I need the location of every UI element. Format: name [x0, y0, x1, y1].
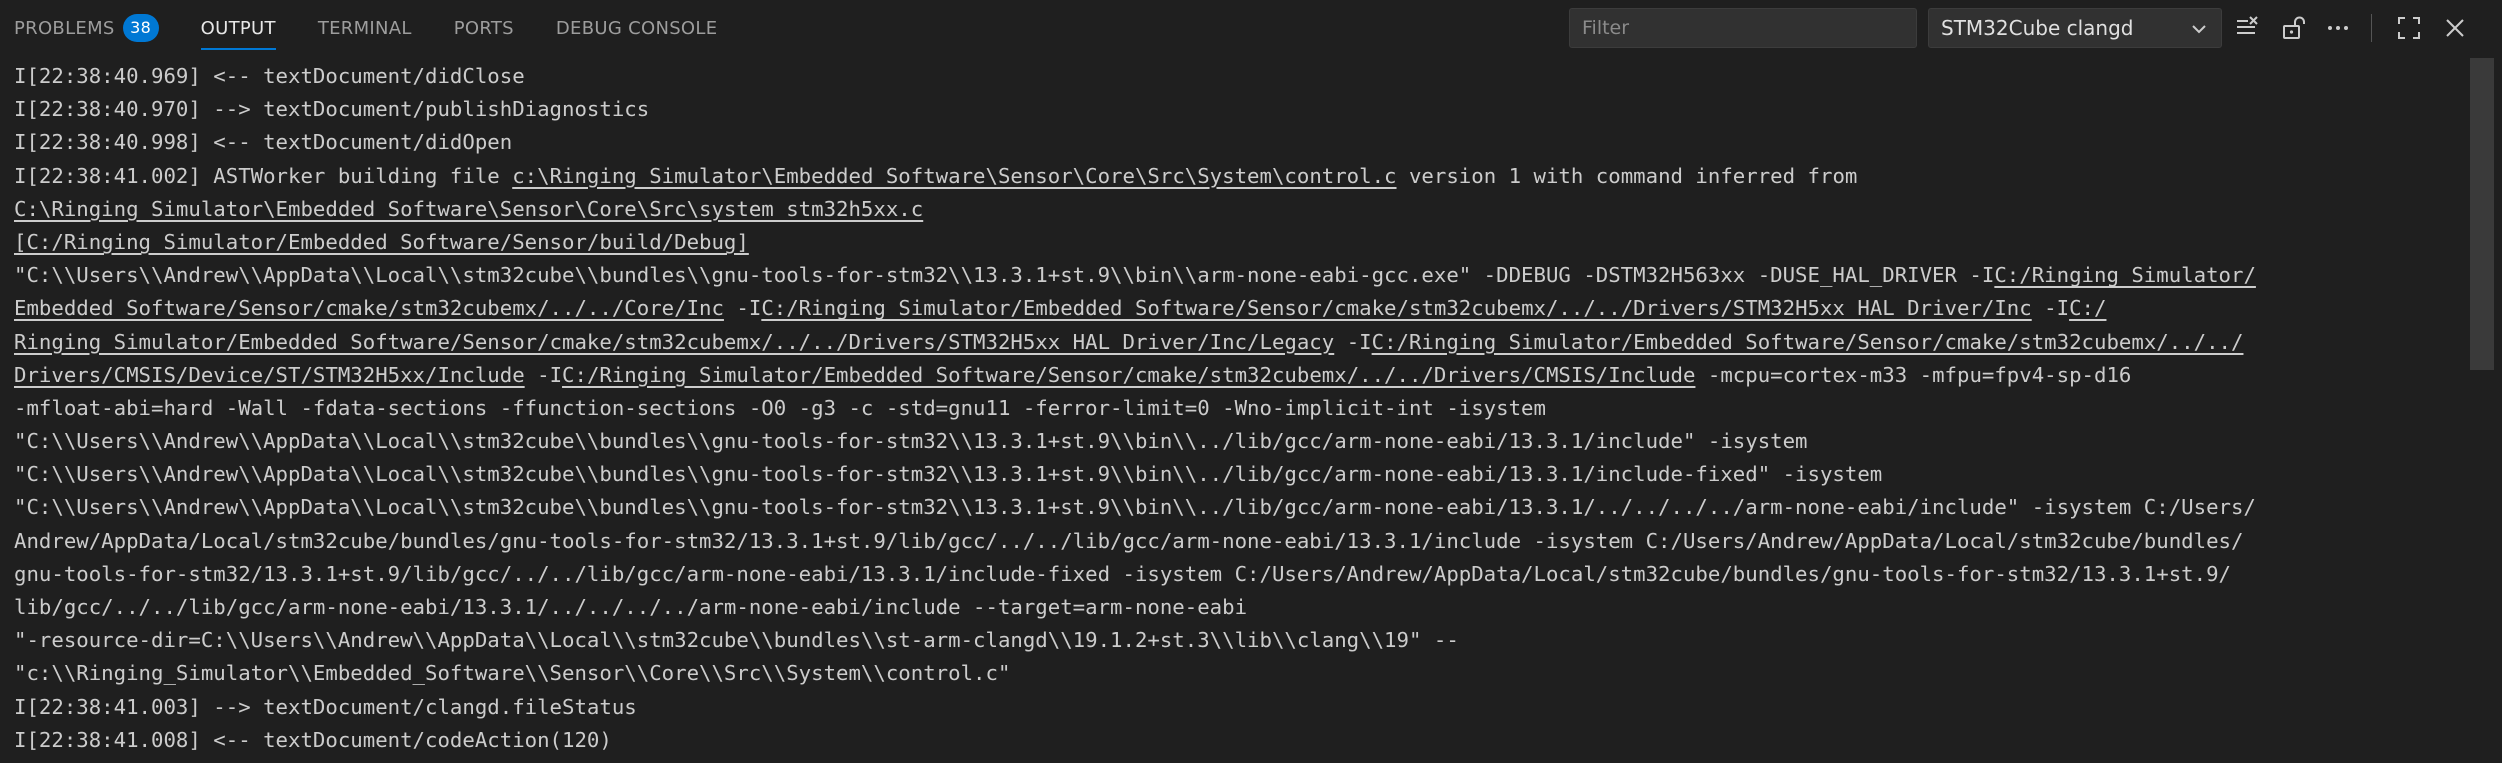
- chevron-down-icon: [2192, 25, 2206, 34]
- output-text: "C:\\Users\\Andrew\\AppData\\Local\\stm3…: [14, 462, 1883, 487]
- output-text: lib/gcc/../../lib/gcc/arm-none-eabi/13.3…: [14, 595, 1248, 619]
- output-line: I[22:38:41.002] ASTWorker building file …: [14, 160, 2454, 193]
- lock-scroll-icon: [2283, 16, 2305, 39]
- output-channel-selected-label: STM32Cube clangd: [1941, 16, 2134, 40]
- output-line: I[22:38:41.008] <-- textDocument/codeAct…: [14, 724, 2454, 757]
- output-text: "C:\\Users\\Andrew\\AppData\\Local\\stm3…: [14, 429, 1808, 454]
- output-line: Andrew/AppData/Local/stm32cube/bundles/g…: [14, 525, 2454, 558]
- output-text: -I: [524, 362, 563, 387]
- output-line: I[22:38:41.003] --> textDocument/clangd.…: [14, 691, 2454, 724]
- output-line: Embedded_Software/Sensor/cmake/stm32cube…: [14, 292, 2454, 325]
- output-text: -I: [723, 296, 762, 321]
- output-text: I[22:38:40.970] --> textDocument/publish…: [14, 97, 650, 122]
- problems-count-badge: 38: [122, 14, 159, 42]
- file-path-link[interactable]: C:\Ringing_Simulator\Embedded_Software\S…: [14, 197, 923, 221]
- output-text: I[22:38:40.998] <-- textDocument/didOpen: [14, 130, 513, 155]
- file-path-link[interactable]: c:\Ringing_Simulator\Embedded_Software\S…: [512, 164, 1396, 188]
- output-text: "C:\\Users\\Andrew\\AppData\\Local\\stm3…: [14, 495, 2256, 520]
- output-line: gnu-tools-for-stm32/13.3.1+st.9/lib/gcc/…: [14, 558, 2454, 591]
- output-line: "C:\\Users\\Andrew\\AppData\\Local\\stm3…: [14, 458, 2454, 491]
- tab-output-label: OUTPUT: [200, 17, 276, 39]
- output-line: [C:/Ringing_Simulator/Embedded_Software/…: [14, 226, 2454, 259]
- output-text: "C:\\Users\\Andrew\\AppData\\Local\\stm3…: [14, 263, 1995, 288]
- close-panel-icon: [2446, 19, 2464, 37]
- file-path-link[interactable]: Drivers/CMSIS/Device/ST/STM32H5xx/Includ…: [14, 363, 525, 387]
- clear-output-icon: [2237, 16, 2258, 34]
- tab-ports[interactable]: PORTS: [454, 0, 514, 56]
- output-text: "c:\\Ringing_Simulator\\Embedded_Softwar…: [14, 661, 1011, 686]
- tab-ports-label: PORTS: [453, 17, 514, 39]
- tab-debug-console-label: DEBUG CONSOLE: [555, 17, 718, 39]
- output-text: I[22:38:41.003] --> textDocument/clangd.…: [14, 694, 637, 719]
- output-text: -I: [2031, 296, 2070, 321]
- file-path-link[interactable]: Ringing_Simulator/Embedded_Software/Sens…: [14, 330, 1334, 354]
- toolbar-separator: [2371, 14, 2372, 42]
- output-line: I[22:38:40.970] --> textDocument/publish…: [14, 93, 2454, 126]
- tab-terminal[interactable]: TERMINAL: [318, 0, 412, 56]
- output-text: "-resource-dir=C:\\Users\\Andrew\\AppDat…: [14, 628, 1459, 653]
- tab-debug-console[interactable]: DEBUG CONSOLE: [556, 0, 718, 56]
- output-text: -mcpu=cortex-m33 -mfpu=fpv4-sp-d16: [1695, 362, 2132, 387]
- file-path-link[interactable]: C:/Ringing_Simulator/Embedded_Software/S…: [562, 363, 1695, 387]
- output-text: -mfloat-abi=hard -Wall -fdata-sections -…: [14, 395, 1546, 420]
- close-panel-button[interactable]: [2439, 12, 2471, 44]
- clear-output-button[interactable]: [2231, 12, 2263, 44]
- output-line: "-resource-dir=C:\\Users\\Andrew\\AppDat…: [14, 624, 2454, 657]
- output-line: "C:\\Users\\Andrew\\AppData\\Local\\stm3…: [14, 259, 2454, 292]
- output-text: -I: [1334, 329, 1372, 354]
- output-line: I[22:38:40.969] <-- textDocument/didClos…: [14, 60, 2454, 93]
- output-text: version 1 with command inferred from: [1396, 163, 1858, 188]
- tab-problems-label: PROBLEMS: [14, 17, 115, 39]
- file-path-link[interactable]: [C:/Ringing_Simulator/Embedded_Software/…: [14, 230, 749, 254]
- output-channel-select[interactable]: STM32Cube clangd: [1928, 8, 2222, 48]
- output-line: "c:\\Ringing_Simulator\\Embedded_Softwar…: [14, 657, 2454, 690]
- output-line: I[22:38:40.998] <-- textDocument/didOpen: [14, 126, 2454, 159]
- tab-output[interactable]: OUTPUT: [200, 0, 276, 56]
- output-line: C:\Ringing_Simulator\Embedded_Software\S…: [14, 193, 2454, 226]
- output-text: Andrew/AppData/Local/stm32cube/bundles/g…: [14, 528, 2244, 553]
- file-path-link[interactable]: C:/: [2069, 296, 2106, 320]
- output-text: gnu-tools-for-stm32/13.3.1+st.9/lib/gcc/…: [14, 561, 2231, 586]
- output-text: I[22:38:41.008] <-- textDocument/codeAct…: [14, 727, 612, 752]
- output-line: Ringing_Simulator/Embedded_Software/Sens…: [14, 326, 2454, 359]
- vertical-scrollbar-thumb[interactable]: [2470, 58, 2494, 370]
- output-text: I[22:38:40.969] <-- textDocument/didClos…: [14, 64, 525, 88]
- tab-terminal-label: TERMINAL: [317, 17, 412, 39]
- output-line: Drivers/CMSIS/Device/ST/STM32H5xx/Includ…: [14, 359, 2454, 392]
- output-line: lib/gcc/../../lib/gcc/arm-none-eabi/13.3…: [14, 591, 2454, 624]
- file-path-link[interactable]: Embedded_Software/Sensor/cmake/stm32cube…: [14, 296, 724, 320]
- tab-problems[interactable]: PROBLEMS 38: [14, 0, 159, 56]
- maximize-panel-button[interactable]: [2393, 12, 2425, 44]
- maximize-panel-icon: [2398, 17, 2420, 39]
- file-path-link[interactable]: C:/Ringing_Simulator/Embedded_Software/S…: [1372, 330, 2244, 354]
- filter-input[interactable]: [1569, 8, 1917, 48]
- output-panel: PROBLEMS 38 OUTPUT TERMINAL PORTS DEBUG …: [0, 0, 2502, 763]
- more-actions-icon: [2328, 26, 2348, 30]
- file-path-link[interactable]: C:/Ringing_Simulator/: [1994, 263, 2256, 287]
- file-path-link[interactable]: C:/Ringing_Simulator/Embedded_Software/S…: [761, 296, 2031, 320]
- output-log[interactable]: I[22:38:40.969] <-- textDocument/didClos…: [14, 60, 2454, 757]
- output-line: "C:\\Users\\Andrew\\AppData\\Local\\stm3…: [14, 425, 2454, 458]
- output-text: I[22:38:41.002] ASTWorker building file: [14, 163, 513, 188]
- output-line: -mfloat-abi=hard -Wall -fdata-sections -…: [14, 392, 2454, 425]
- output-line: "C:\\Users\\Andrew\\AppData\\Local\\stm3…: [14, 491, 2454, 524]
- more-actions-button[interactable]: [2322, 12, 2354, 44]
- lock-scroll-button[interactable]: [2278, 12, 2310, 44]
